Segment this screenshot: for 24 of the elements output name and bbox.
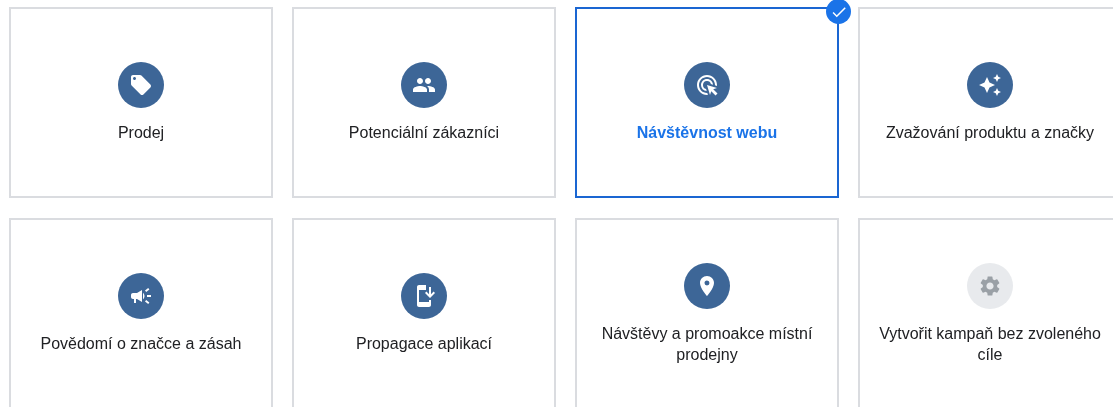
goal-label: Povědomí o značce a zásah — [40, 334, 242, 354]
goal-card[interactable]: Propagace aplikací — [292, 218, 556, 407]
goal-card[interactable]: Návštěvy a promoakce místní prodejny — [575, 218, 839, 407]
goal-card[interactable]: Prodej — [9, 7, 273, 198]
goal-card[interactable]: Povědomí o značce a zásah — [9, 218, 273, 407]
goal-label: Potenciální zákazníci — [348, 123, 500, 143]
goal-label: Propagace aplikací — [355, 334, 493, 354]
settings-icon — [967, 262, 1013, 309]
people-icon — [401, 62, 447, 108]
goal-label: Zvažování produktu a značky — [885, 123, 1095, 143]
megaphone-icon — [118, 273, 164, 319]
tag-icon — [118, 62, 164, 108]
goal-label: Prodej — [117, 123, 165, 143]
goal-card[interactable]: Návštěvnost webu — [575, 7, 839, 198]
goal-card[interactable]: Potenciální zákazníci — [292, 7, 556, 198]
phone-download-icon — [401, 273, 447, 319]
cursor-click-icon — [684, 62, 730, 108]
sparkles-icon — [967, 62, 1013, 108]
goal-label: Návštěvnost webu — [636, 123, 778, 143]
goal-card[interactable]: Zvažování produktu a značky — [858, 7, 1113, 198]
goal-label: Návštěvy a promoakce místní prodejny — [600, 323, 814, 365]
location-pin-icon — [684, 262, 730, 309]
goal-card[interactable]: Vytvořit kampaň bez zvoleného cíle — [858, 218, 1113, 407]
goal-label: Vytvořit kampaň bez zvoleného cíle — [878, 323, 1102, 365]
